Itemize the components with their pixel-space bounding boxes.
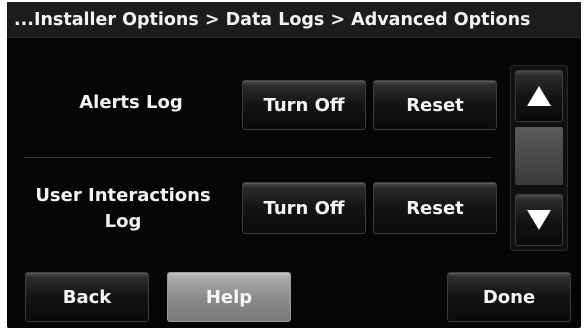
done-label: Done [482, 286, 536, 308]
alerts-log-reset-button[interactable]: Reset [373, 80, 497, 130]
alerts-log-turn-off-button[interactable]: Turn Off [242, 80, 366, 130]
user-interactions-log-reset-label: Reset [406, 197, 464, 219]
user-interactions-log-label: User Interactions Log [35, 185, 211, 232]
scroll-thumb[interactable] [515, 127, 563, 185]
alerts-log-reset-label: Reset [406, 94, 464, 116]
alerts-log-label: Alerts Log [79, 92, 183, 113]
thermostat-screen: ...Installer Options > Data Logs > Advan… [7, 2, 581, 328]
user-interactions-log-turn-off-button[interactable]: Turn Off [242, 182, 366, 234]
user-interactions-log-reset-button[interactable]: Reset [373, 182, 497, 234]
row-divider [24, 157, 492, 158]
triangle-up-icon [527, 86, 551, 106]
done-button[interactable]: Done [447, 272, 571, 322]
triangle-down-icon [527, 210, 551, 230]
back-label: Back [62, 286, 112, 308]
breadcrumb: ...Installer Options > Data Logs > Advan… [7, 2, 581, 38]
scroll-up-button[interactable] [515, 70, 563, 122]
alerts-log-turn-off-label: Turn Off [263, 94, 345, 116]
help-button[interactable]: Help [167, 272, 291, 322]
help-label: Help [205, 286, 253, 308]
scroll-down-button[interactable] [515, 194, 563, 246]
scroll-panel [510, 65, 568, 251]
back-button[interactable]: Back [25, 272, 149, 322]
user-interactions-log-turn-off-label: Turn Off [263, 197, 345, 219]
